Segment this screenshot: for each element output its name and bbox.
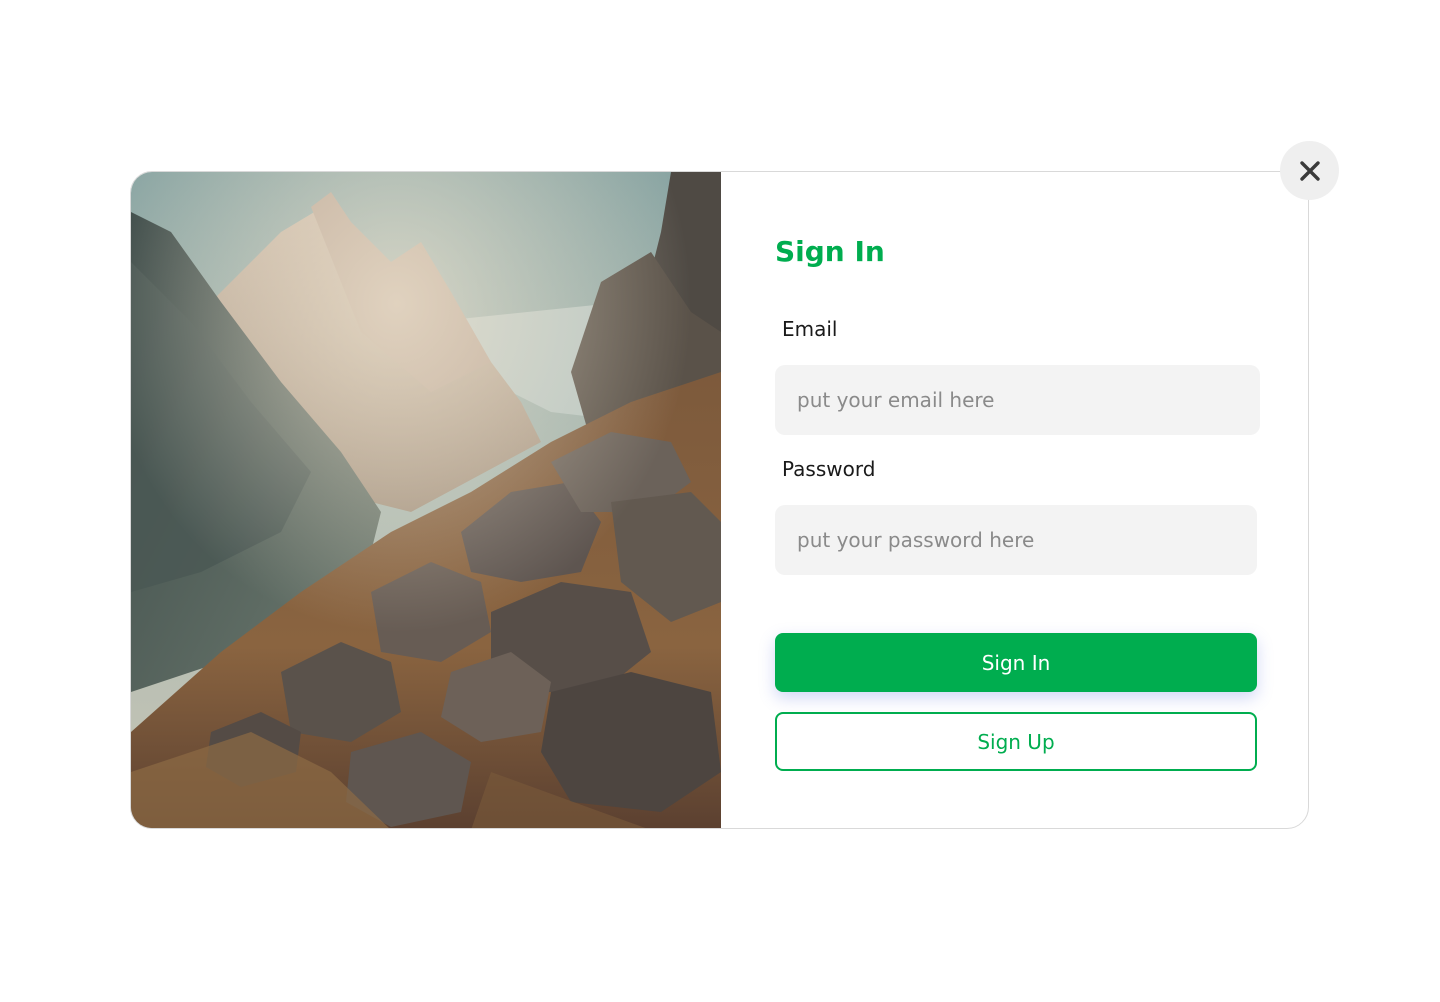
close-button[interactable] [1280, 141, 1339, 200]
sign-in-button-label: Sign In [981, 650, 1051, 675]
email-field[interactable] [775, 365, 1260, 435]
form-title: Sign In [775, 235, 885, 268]
close-icon [1299, 160, 1320, 181]
password-label: Password [782, 457, 876, 481]
mountain-illustration [131, 172, 721, 828]
mountain-photo [131, 172, 721, 828]
password-field[interactable] [775, 505, 1257, 575]
email-label: Email [782, 317, 838, 341]
sign-in-button[interactable]: Sign In [775, 633, 1257, 692]
sign-up-button[interactable]: Sign Up [775, 712, 1257, 771]
sign-up-button-label: Sign Up [977, 729, 1055, 754]
